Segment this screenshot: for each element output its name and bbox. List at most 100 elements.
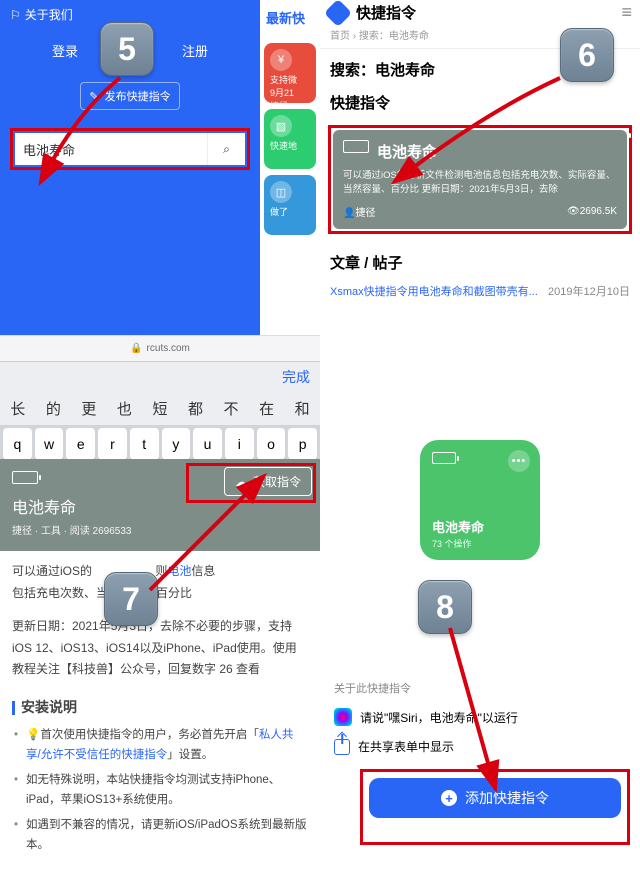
about-shortcut-label: 关于此快捷指令 bbox=[334, 680, 626, 696]
card-text: 做了 bbox=[270, 205, 310, 218]
li-text: 💡首次使用快捷指令的用户，务必首先开启「 bbox=[26, 729, 259, 741]
card-text: 快速地 bbox=[270, 139, 310, 152]
panel-8: ••• 电池寿命 73 个操作 关于此快捷指令 请说"嘿Siri，电池寿命"以运… bbox=[320, 440, 640, 845]
desc-text: 包括充电次数、当然容量、百分比 bbox=[12, 583, 308, 605]
result-desc: 可以通过iOS的分析文件检测电池信息包括充电次数、实际容量、当然容量、百分比 更… bbox=[343, 169, 617, 198]
share-text: 在共享表单中显示 bbox=[358, 738, 454, 755]
step-badge-5: 5 bbox=[100, 22, 154, 76]
search-input[interactable] bbox=[15, 142, 207, 157]
desc-text: 更新日期：2021年5月3日，去除不必要的步骤，支持iOS 12、iOS13、i… bbox=[12, 616, 308, 681]
image-icon: ▧ bbox=[270, 115, 292, 137]
siri-row: 请说"嘿Siri，电池寿命"以运行 bbox=[320, 702, 640, 732]
about-label: 关于我们 bbox=[25, 6, 73, 23]
candidate[interactable]: 的 bbox=[46, 398, 61, 419]
key-t[interactable]: t bbox=[130, 428, 159, 460]
step-badge-8: 8 bbox=[418, 580, 472, 634]
add-label: 添加快捷指令 bbox=[465, 788, 549, 808]
key-r[interactable]: r bbox=[98, 428, 127, 460]
key-e[interactable]: e bbox=[66, 428, 95, 460]
get-label: 获取指令 bbox=[253, 473, 301, 490]
share-icon bbox=[334, 739, 350, 755]
preview-title: 电池寿命 bbox=[432, 517, 484, 536]
yen-icon: ¥ bbox=[270, 49, 292, 71]
shortcut-description: 可以通过iOS的 则电池信息 包括充电次数、当然容量、百分比 更新日期：2021… bbox=[0, 551, 320, 871]
lock-icon: 🔒 bbox=[130, 343, 142, 354]
card-text: 支持微 bbox=[270, 73, 310, 86]
shortcut-meta: 捷径 · 工具 · 阅读 2696533 bbox=[12, 522, 308, 537]
section-heading: 快捷指令 bbox=[320, 82, 640, 121]
article-date: 2019年12月10日 bbox=[548, 283, 630, 299]
app-title: 快捷指令 bbox=[356, 2, 613, 23]
panel-7: ☁ 获取指令 电池寿命 捷径 · 工具 · 阅读 2696533 可以通过iOS… bbox=[0, 459, 320, 871]
candidate[interactable]: 不 bbox=[224, 398, 239, 419]
li-text: 」设置。 bbox=[167, 749, 213, 761]
eye-icon: 👁 bbox=[567, 206, 580, 217]
pencil-icon: ✎ bbox=[89, 90, 98, 103]
siri-icon bbox=[334, 708, 352, 726]
key-u[interactable]: u bbox=[193, 428, 222, 460]
more-icon[interactable]: ••• bbox=[508, 450, 530, 472]
add-shortcut-button[interactable]: + 添加快捷指令 bbox=[369, 778, 621, 818]
card-text: 捷径 bbox=[270, 99, 310, 103]
keyboard-candidates: 长 的 更 也 短 都 不 在 和 bbox=[0, 391, 320, 425]
articles-heading: 文章 / 帖子 bbox=[320, 238, 640, 279]
result-views: 👁2696.5K bbox=[567, 206, 617, 217]
sidebar-card-3[interactable]: ◫ 做了 bbox=[264, 175, 316, 235]
install-item: 如遇到不兼容的情况，请更新iOS/iPadOS系统到最新版本。 bbox=[12, 816, 308, 855]
keyboard-done[interactable]: 完成 bbox=[0, 361, 320, 391]
key-w[interactable]: w bbox=[35, 428, 64, 460]
candidate[interactable]: 在 bbox=[259, 398, 274, 419]
article-row[interactable]: Xsmax快捷指令用电池寿命和截图带壳有... 2019年12月10日 bbox=[320, 279, 640, 309]
candidate[interactable]: 都 bbox=[188, 398, 203, 419]
candidate[interactable]: 也 bbox=[117, 398, 132, 419]
keyboard-row: q w e r t y u i o p bbox=[0, 425, 320, 463]
highlight-box-8: + 添加快捷指令 bbox=[360, 769, 630, 845]
highlight-box-5: ⌕ bbox=[10, 128, 250, 170]
share-row: 在共享表单中显示 bbox=[320, 732, 640, 761]
result-title: 电池寿命 bbox=[377, 141, 437, 162]
desc-text: 则 bbox=[155, 564, 167, 578]
crop-icon: ◫ bbox=[270, 181, 292, 203]
sidebar-card-1[interactable]: ¥ 支持微 9月21 捷径 bbox=[264, 43, 316, 103]
publish-button[interactable]: ✎ 发布快捷指令 bbox=[80, 82, 180, 110]
key-y[interactable]: y bbox=[162, 428, 191, 460]
battery-icon bbox=[12, 471, 38, 484]
battery-icon bbox=[432, 452, 456, 464]
sidebar-card-2[interactable]: ▧ 快速地 bbox=[264, 109, 316, 169]
app-logo-icon bbox=[324, 0, 352, 27]
highlight-box-6: 电池寿命 可以通过iOS的分析文件检测电池信息包括充电次数、实际容量、当然容量、… bbox=[328, 125, 632, 234]
sidebar-title: 最新快 bbox=[260, 0, 320, 37]
desc-link[interactable]: 电池 bbox=[167, 564, 191, 578]
desc-text: 可以通过iOS的 bbox=[12, 564, 92, 578]
candidate[interactable]: 短 bbox=[152, 398, 167, 419]
key-i[interactable]: i bbox=[225, 428, 254, 460]
preview-subtitle: 73 个操作 bbox=[432, 537, 472, 550]
publish-label: 发布快捷指令 bbox=[105, 88, 171, 104]
desc-text: 信息 bbox=[191, 564, 215, 578]
step-badge-6: 6 bbox=[560, 28, 614, 82]
candidate[interactable]: 长 bbox=[10, 398, 25, 419]
search-icon: ⌕ bbox=[223, 142, 230, 157]
candidate[interactable]: 和 bbox=[295, 398, 310, 419]
panel-5-sidebar: 最新快 ¥ 支持微 9月21 捷径 ▧ 快速地 ◫ 做了 bbox=[260, 0, 320, 335]
search-button[interactable]: ⌕ bbox=[207, 133, 245, 165]
plus-circle-icon: + bbox=[441, 790, 457, 806]
step-badge-7: 7 bbox=[104, 572, 158, 626]
user-icon: ⚐ bbox=[10, 8, 21, 22]
cloud-download-icon: ☁ bbox=[235, 475, 247, 489]
article-title: Xsmax快捷指令用电池寿命和截图带壳有... bbox=[330, 283, 548, 299]
search-bar: ⌕ bbox=[15, 133, 245, 165]
install-item: 如无特殊说明，本站快捷指令均测试支持iPhone、iPad，苹果iOS13+系统… bbox=[12, 771, 308, 810]
shortcut-preview-card[interactable]: ••• 电池寿命 73 个操作 bbox=[420, 440, 540, 560]
card-text: 9月21 bbox=[270, 86, 310, 99]
browser-url-bar[interactable]: 🔒 rcuts.com bbox=[0, 335, 320, 361]
user-icon: 👤 bbox=[343, 208, 355, 219]
candidate[interactable]: 更 bbox=[81, 398, 96, 419]
key-o[interactable]: o bbox=[257, 428, 286, 460]
get-shortcut-button[interactable]: ☁ 获取指令 bbox=[224, 467, 312, 496]
menu-icon[interactable]: ≡ bbox=[621, 2, 632, 23]
keyboard: 完成 长 的 更 也 短 都 不 在 和 q w e r t y u i o p bbox=[0, 361, 320, 463]
search-result-card[interactable]: 电池寿命 可以通过iOS的分析文件检测电池信息包括充电次数、实际容量、当然容量、… bbox=[333, 130, 627, 229]
key-p[interactable]: p bbox=[288, 428, 317, 460]
key-q[interactable]: q bbox=[3, 428, 32, 460]
